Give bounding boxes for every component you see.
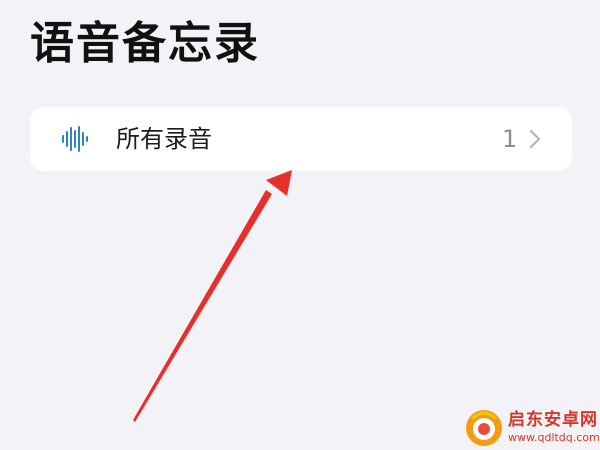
chevron-right-icon	[529, 129, 541, 149]
watermark-title: 启东安卓网	[508, 410, 598, 430]
arrow-head	[266, 170, 292, 196]
site-logo-icon	[466, 410, 502, 446]
waveform-icon	[62, 126, 88, 152]
recording-count: 1	[502, 125, 518, 153]
arrow-shaft	[133, 190, 272, 422]
watermark-url: www.qdltdq.com	[508, 431, 600, 444]
list-item-label: 所有录音	[116, 125, 212, 153]
list-card	[30, 107, 572, 171]
watermark: 启东安卓网 www.qdltdq.com	[458, 400, 600, 450]
page-title: 语音备忘录	[30, 18, 260, 69]
